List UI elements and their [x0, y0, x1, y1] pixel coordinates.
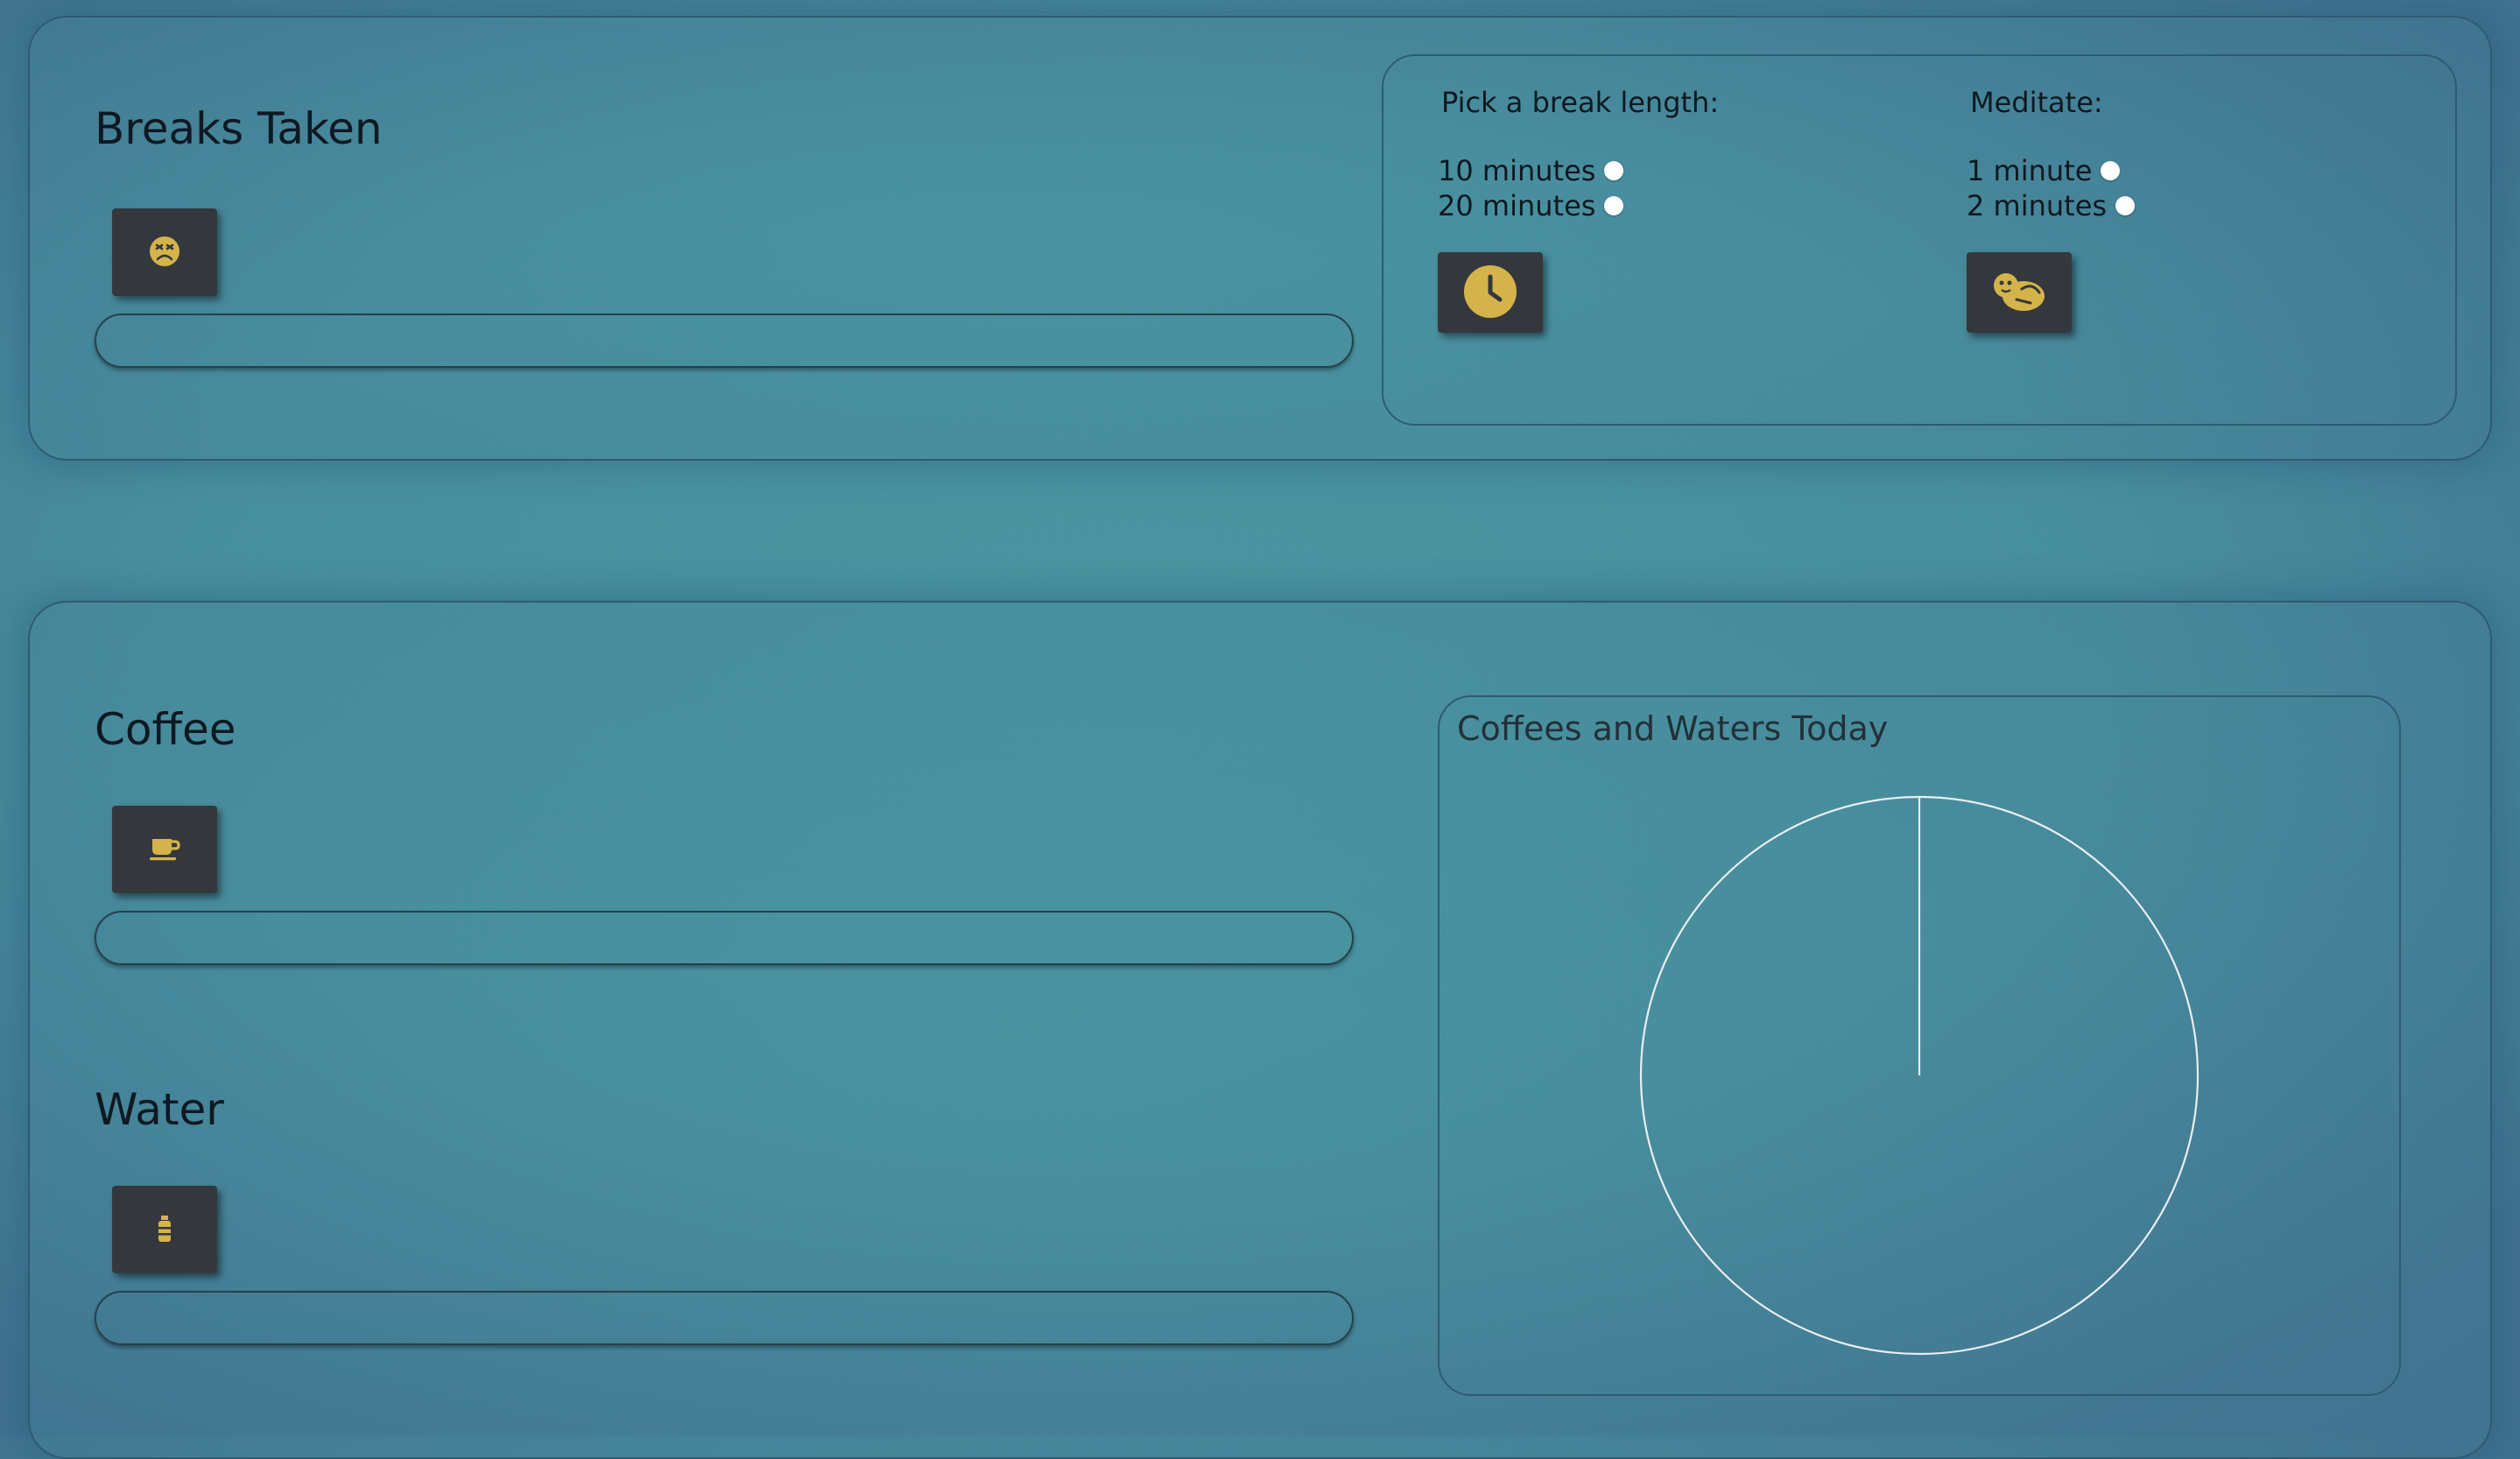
- coffee-progress-bar: [95, 911, 1354, 965]
- radio-2-minutes[interactable]: [2115, 196, 2136, 215]
- otter-icon: [1990, 270, 2048, 316]
- break-length-option-label: 20 minutes: [1438, 189, 1596, 222]
- drinks-chart: Coffees and Waters Today: [1438, 695, 2401, 1396]
- start-break-timer-button[interactable]: [1438, 252, 1543, 333]
- meditate-option-label: 2 minutes: [1967, 189, 2108, 222]
- coffee-cup-icon: [149, 835, 180, 864]
- radio-10-minutes[interactable]: [1604, 161, 1624, 180]
- break-length-option-10[interactable]: 10 minutes: [1438, 154, 1624, 187]
- drinks-panel: Coffee Water Coffees and Waters Today: [28, 601, 2492, 1459]
- take-break-button[interactable]: [112, 208, 217, 296]
- water-bottle-icon: [156, 1215, 173, 1245]
- breaks-progress-bar: [95, 314, 1354, 368]
- pie-chart: [1639, 795, 2200, 1356]
- add-water-button[interactable]: [112, 1186, 217, 1273]
- water-progress-bar: [95, 1291, 1354, 1345]
- add-coffee-button[interactable]: [112, 806, 217, 893]
- coffee-title: Coffee: [95, 704, 236, 755]
- radio-1-minute[interactable]: [2101, 161, 2121, 180]
- break-length-option-label: 10 minutes: [1438, 154, 1596, 187]
- clock-icon: [1463, 264, 1517, 321]
- break-options-panel: Pick a break length: 10 minutes 20 minut…: [1382, 54, 2457, 426]
- break-length-title: Pick a break length:: [1441, 86, 1720, 119]
- break-length-option-20[interactable]: 20 minutes: [1438, 189, 1624, 222]
- water-title: Water: [95, 1084, 224, 1135]
- radio-20-minutes[interactable]: [1604, 196, 1624, 215]
- dizzy-face-icon: [148, 235, 181, 271]
- meditate-title: Meditate:: [1970, 86, 2103, 119]
- meditate-option-label: 1 minute: [1967, 154, 2093, 187]
- breaks-panel: Breaks Taken Pick a break length: 10 min…: [28, 16, 2492, 461]
- meditate-option-1[interactable]: 1 minute: [1967, 154, 2121, 187]
- meditate-option-2[interactable]: 2 minutes: [1967, 189, 2136, 222]
- breaks-title: Breaks Taken: [95, 103, 383, 154]
- start-meditation-button[interactable]: [1967, 252, 2072, 333]
